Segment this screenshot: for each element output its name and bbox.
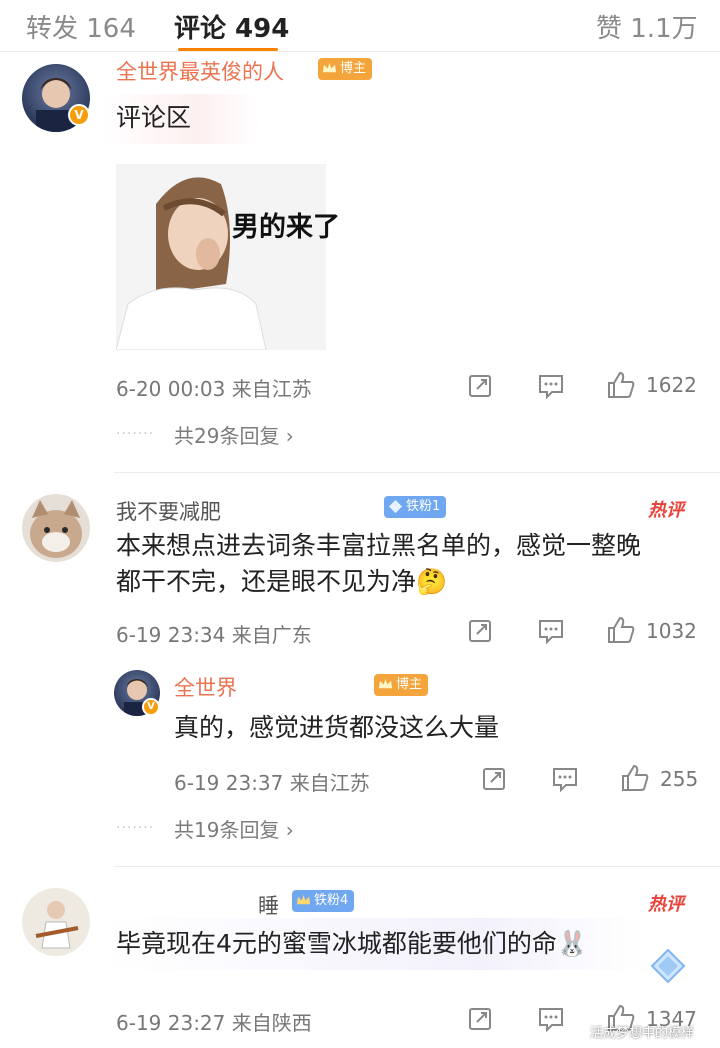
watermark-text: 活成梦想中的模样 xyxy=(590,1026,695,1041)
verified-icon: V xyxy=(68,104,90,126)
hot-comment-label: 热评 xyxy=(648,500,684,521)
blogger-badge: 博主 xyxy=(374,674,429,696)
badge-label: 博主 xyxy=(340,61,367,76)
replies-link[interactable]: 共29条回复 › xyxy=(174,420,294,449)
hot-comment-label: 热评 xyxy=(648,894,684,915)
comment-text: 毕竟现在4元的蜜雪冰城都能要他们的命🐰 xyxy=(116,929,589,958)
divider xyxy=(114,472,720,473)
reply-username[interactable]: 全世界 xyxy=(174,672,237,702)
comment-icon[interactable] xyxy=(538,1006,564,1032)
comment-icon[interactable] xyxy=(552,766,578,792)
like-icon[interactable] xyxy=(606,615,636,645)
tab-comments[interactable]: 评论 494 xyxy=(174,8,289,45)
diamond-icon xyxy=(388,499,403,514)
divider xyxy=(114,866,720,867)
like-count: 1622 xyxy=(646,373,697,397)
comment-meta: 6-19 23:27 来自陕西 xyxy=(116,1011,312,1035)
blogger-badge: 博主 xyxy=(318,58,373,80)
replies-link[interactable]: 共19条回复 › xyxy=(174,814,294,843)
repost-icon[interactable] xyxy=(482,766,508,792)
comment-meta: 6-20 00:03 来自江苏 xyxy=(116,377,312,401)
tab-repost[interactable]: 转发 164 xyxy=(26,8,136,45)
avatar[interactable] xyxy=(22,494,90,562)
comment-text-line: 都干不完，还是眼不见为净🤔 xyxy=(116,567,448,596)
repost-icon[interactable] xyxy=(468,373,494,399)
crown-icon xyxy=(296,894,311,905)
crown-icon xyxy=(378,678,393,689)
badge-label: 铁粉4 xyxy=(314,893,349,908)
crown-icon xyxy=(322,62,337,73)
repost-icon[interactable] xyxy=(468,618,494,644)
repost-icon[interactable] xyxy=(468,1006,494,1032)
fan-badge: 铁粉4 xyxy=(292,890,355,912)
comment-text-line: 本来想点进去词条丰富拉黑名单的，感觉一整晚 xyxy=(116,531,642,560)
tab-likes[interactable]: 赞 1.1万 xyxy=(596,8,698,45)
comment-icon[interactable] xyxy=(538,373,564,399)
replies-dots: ······· xyxy=(116,426,155,442)
like-count: 255 xyxy=(660,767,699,791)
comment-tabs: 转发 164 评论 494 赞 1.1万 xyxy=(0,0,720,52)
badge-label: 铁粉1 xyxy=(406,499,441,514)
comment-icon[interactable] xyxy=(538,618,564,644)
comment-username[interactable]: 我不要减肥 xyxy=(116,496,221,526)
sticker-image xyxy=(116,164,326,350)
like-icon[interactable] xyxy=(606,370,636,400)
avatar[interactable] xyxy=(22,888,90,956)
comment-text: 评论区 xyxy=(116,103,192,132)
comment-meta: 6-19 23:34 来自广东 xyxy=(116,623,312,647)
comment-username[interactable]: 睡 xyxy=(258,890,279,920)
reply-text: 真的，感觉进货都没这么大量 xyxy=(174,713,500,742)
like-icon[interactable] xyxy=(620,763,650,793)
diamond-icon xyxy=(650,948,686,984)
replies-dots: ······· xyxy=(116,820,155,836)
badge-label: 博主 xyxy=(396,677,423,692)
reply-meta: 6-19 23:37 来自江苏 xyxy=(174,771,370,795)
verified-icon: V xyxy=(142,698,160,716)
tab-active-indicator xyxy=(178,48,278,51)
comment-username[interactable]: 全世界最英俊的人 xyxy=(116,56,284,86)
fan-badge: 铁粉1 xyxy=(384,496,447,518)
sticker-caption: 男的来了 xyxy=(232,212,340,243)
like-count: 1032 xyxy=(646,619,697,643)
